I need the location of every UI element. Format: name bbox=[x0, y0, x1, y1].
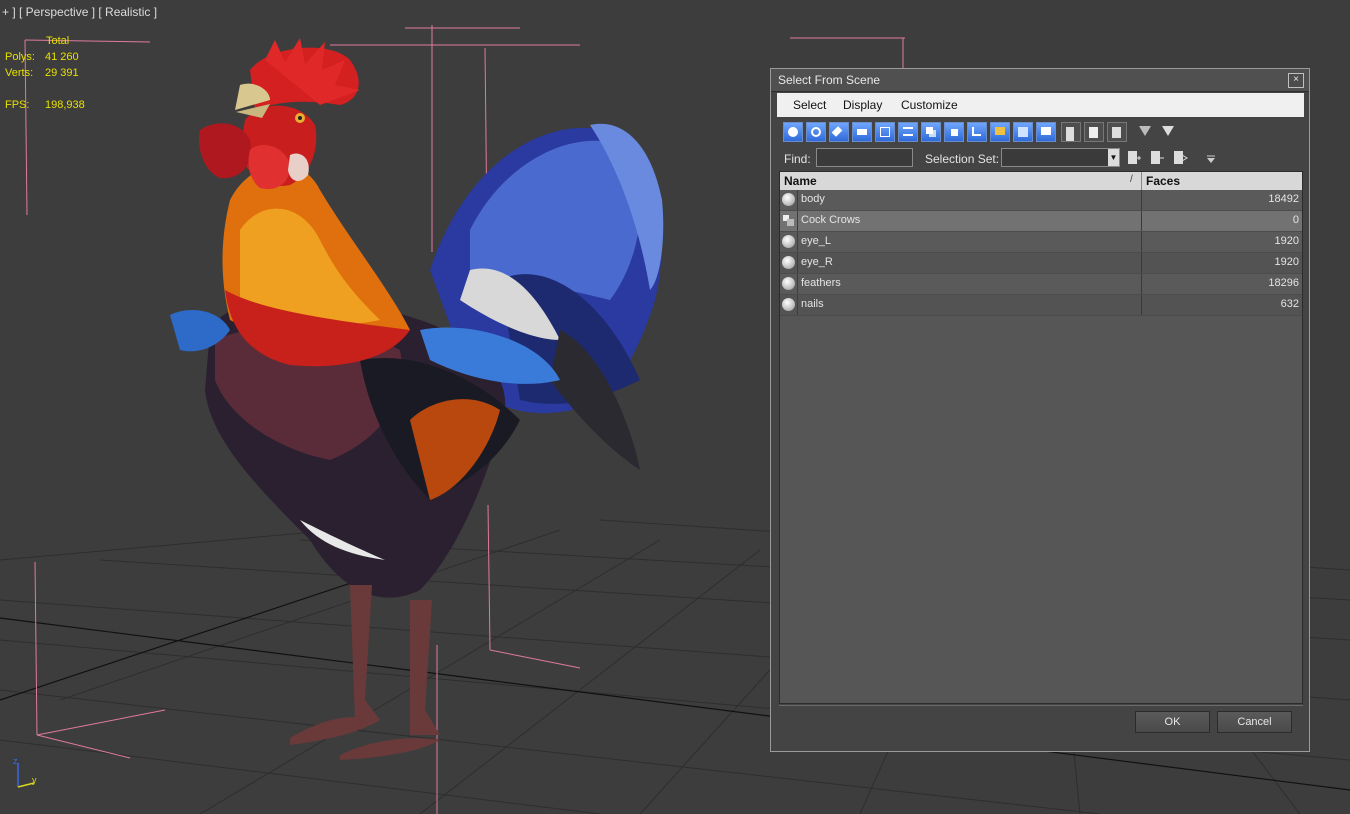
stats-verts-label: Verts: bbox=[5, 67, 34, 79]
groups-filter-icon[interactable] bbox=[921, 122, 941, 142]
geometry-icon bbox=[782, 256, 795, 269]
list-item[interactable]: feathers 18296 bbox=[780, 274, 1302, 295]
display-all-icon[interactable] bbox=[1061, 122, 1081, 142]
row-name: eye_L bbox=[801, 235, 831, 247]
display-none-icon[interactable] bbox=[1084, 122, 1104, 142]
column-divider[interactable] bbox=[1141, 172, 1142, 190]
invert-display-icon[interactable] bbox=[1107, 122, 1127, 142]
stats-polys: Polys: 41 260 bbox=[5, 49, 125, 65]
cancel-button[interactable]: Cancel bbox=[1217, 711, 1292, 733]
stats-fps: FPS: 198,938 bbox=[5, 97, 125, 113]
row-divider bbox=[797, 253, 798, 273]
scene-explorer-list[interactable]: Name / Faces body 18492 Cock Crows 0 eye… bbox=[779, 171, 1303, 704]
filter-settings-icon[interactable] bbox=[1159, 122, 1179, 142]
stats-verts: Verts: 29 391 bbox=[5, 65, 125, 81]
list-rows: body 18492 Cock Crows 0 eye_L 1920 eye_R… bbox=[780, 190, 1302, 316]
geometry-icon bbox=[782, 235, 795, 248]
column-header-faces[interactable]: Faces bbox=[1146, 174, 1180, 188]
filter-icon[interactable] bbox=[1136, 122, 1156, 142]
geometry-icon bbox=[782, 193, 795, 206]
select-from-scene-dialog: Select From Scene × Select Display Custo… bbox=[770, 68, 1310, 752]
frozen-filter-icon[interactable] bbox=[1013, 122, 1033, 142]
stats-fps-value: 198,938 bbox=[45, 99, 85, 111]
row-name: feathers bbox=[801, 277, 841, 289]
helpers-filter-icon[interactable] bbox=[875, 122, 895, 142]
list-item[interactable]: Cock Crows 0 bbox=[780, 211, 1302, 232]
stats-fps-label: FPS: bbox=[5, 99, 30, 111]
column-divider bbox=[1141, 211, 1142, 231]
stats-header: Total bbox=[46, 35, 70, 47]
row-name: Cock Crows bbox=[801, 214, 861, 226]
gizmo-y-label: y bbox=[32, 775, 37, 785]
close-button[interactable]: × bbox=[1288, 73, 1304, 88]
row-faces: 0 bbox=[1292, 214, 1299, 226]
list-item[interactable]: eye_R 1920 bbox=[780, 253, 1302, 274]
bones-filter-icon[interactable] bbox=[967, 122, 987, 142]
add-to-selection-set-icon[interactable] bbox=[1172, 149, 1188, 167]
space-warps-filter-icon[interactable] bbox=[898, 122, 918, 142]
row-divider bbox=[797, 274, 798, 294]
hidden-filter-icon[interactable] bbox=[1036, 122, 1056, 142]
column-divider bbox=[1141, 190, 1142, 210]
row-name: eye_R bbox=[801, 256, 833, 268]
footer-divider bbox=[779, 705, 1303, 706]
lights-filter-icon[interactable] bbox=[829, 122, 849, 142]
list-item[interactable]: eye_L 1920 bbox=[780, 232, 1302, 253]
geometry-icon bbox=[782, 277, 795, 290]
find-label: Find: bbox=[784, 152, 811, 166]
selection-set-label: Selection Set: bbox=[925, 152, 1000, 166]
row-divider bbox=[797, 295, 798, 315]
column-divider bbox=[1141, 274, 1142, 294]
group-icon bbox=[783, 215, 794, 226]
geometry-icon bbox=[782, 298, 795, 311]
row-divider bbox=[797, 211, 798, 231]
menu-customize[interactable]: Customize bbox=[901, 98, 958, 112]
row-name: nails bbox=[801, 298, 824, 310]
axis-gizmo-icon: z y bbox=[13, 756, 37, 788]
options-menu-icon[interactable] bbox=[1203, 149, 1219, 167]
menu-bar: Select Display Customize bbox=[777, 93, 1304, 117]
dialog-title: Select From Scene bbox=[778, 73, 881, 87]
row-faces: 1920 bbox=[1274, 256, 1299, 268]
stats-polys-value: 41 260 bbox=[45, 51, 79, 63]
stats-polys-label: Polys: bbox=[5, 51, 35, 63]
gizmo-z-label: z bbox=[13, 756, 18, 766]
row-faces: 1920 bbox=[1274, 235, 1299, 247]
list-item[interactable]: body 18492 bbox=[780, 190, 1302, 211]
row-faces: 18296 bbox=[1268, 277, 1299, 289]
containers-filter-icon[interactable] bbox=[990, 122, 1010, 142]
row-divider bbox=[797, 232, 798, 252]
geometry-filter-icon[interactable] bbox=[783, 122, 803, 142]
menu-display[interactable]: Display bbox=[843, 98, 882, 112]
ok-button[interactable]: OK bbox=[1135, 711, 1210, 733]
sort-indicator: / bbox=[1130, 174, 1133, 185]
selection-set-dropdown[interactable]: ▼ bbox=[1001, 148, 1120, 167]
dialog-titlebar[interactable]: Select From Scene × bbox=[771, 69, 1309, 92]
viewport-label[interactable]: + ] [ Perspective ] [ Realistic ] bbox=[2, 5, 157, 19]
column-divider bbox=[1141, 253, 1142, 273]
find-row: Find: Selection Set: ▼ bbox=[779, 147, 1304, 171]
filter-toolbar bbox=[779, 119, 1304, 147]
row-faces: 632 bbox=[1280, 298, 1299, 310]
create-selection-set-icon[interactable] bbox=[1126, 149, 1142, 167]
xrefs-filter-icon[interactable] bbox=[944, 122, 964, 142]
cameras-filter-icon[interactable] bbox=[852, 122, 872, 142]
row-name: body bbox=[801, 193, 825, 205]
remove-selection-set-icon[interactable] bbox=[1149, 149, 1165, 167]
row-divider bbox=[797, 190, 798, 210]
column-divider bbox=[1141, 295, 1142, 315]
menu-select[interactable]: Select bbox=[793, 98, 826, 112]
stats-verts-value: 29 391 bbox=[45, 67, 79, 79]
list-item[interactable]: nails 632 bbox=[780, 295, 1302, 316]
shapes-filter-icon[interactable] bbox=[806, 122, 826, 142]
row-faces: 18492 bbox=[1268, 193, 1299, 205]
column-header-name[interactable]: Name bbox=[784, 174, 817, 188]
column-divider bbox=[1141, 232, 1142, 252]
find-input[interactable] bbox=[816, 148, 913, 167]
chevron-down-icon[interactable]: ▼ bbox=[1108, 149, 1119, 166]
list-header: Name / Faces bbox=[780, 172, 1302, 190]
